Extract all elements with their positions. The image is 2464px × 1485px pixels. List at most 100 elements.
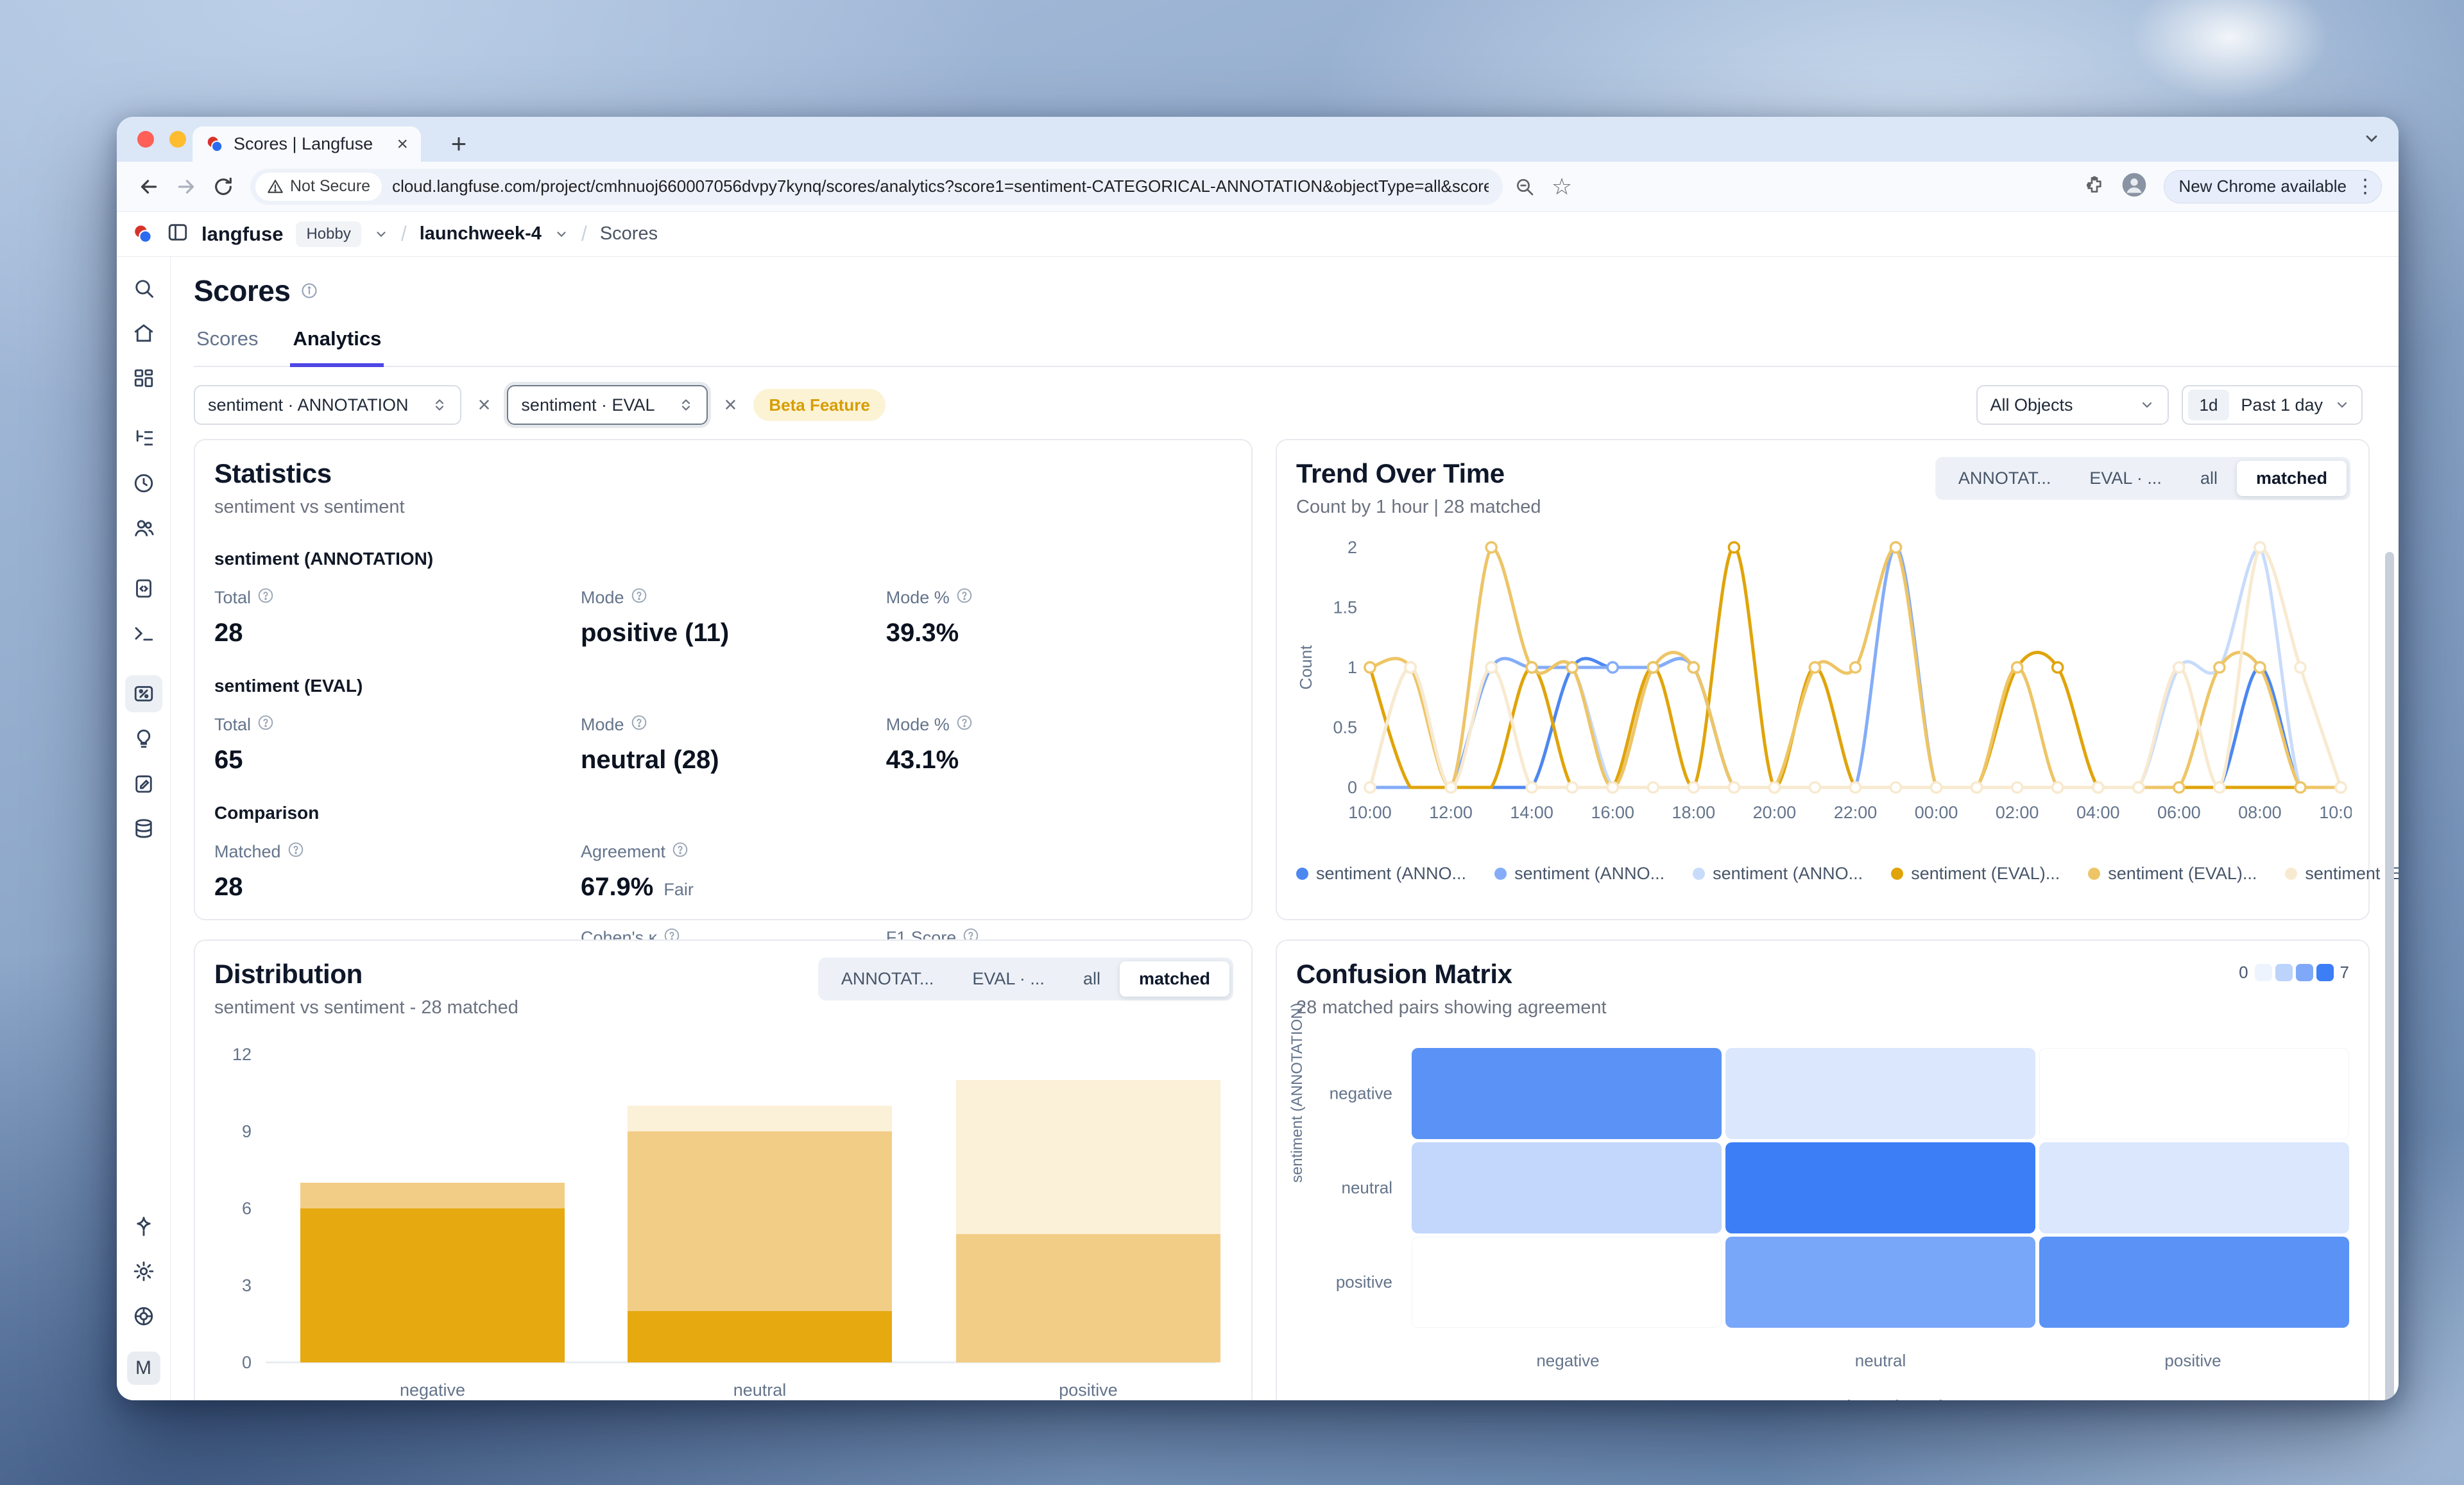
tab-scores[interactable]: Scores — [194, 327, 261, 366]
help-icon[interactable] — [257, 714, 274, 735]
help-icon[interactable] — [257, 587, 274, 608]
page-title: Scores — [194, 273, 290, 308]
legend-dot — [1296, 868, 1308, 880]
sidebar-item-ask-ai[interactable] — [125, 1208, 162, 1245]
help-icon[interactable] — [631, 587, 647, 608]
confusion-cell-neutral-positive — [2039, 1142, 2349, 1233]
score2-select[interactable]: sentiment · EVAL — [507, 385, 707, 425]
not-secure-badge[interactable]: Not Secure — [255, 173, 382, 201]
legend-item: sentiment (ANNO... — [1494, 864, 1664, 884]
sidebar-item-sessions[interactable] — [125, 465, 162, 502]
address-bar[interactable]: Not Secure cloud.langfuse.com/project/cm… — [250, 169, 1503, 205]
confusion-row-label: negative — [1286, 1084, 1401, 1104]
browser-window: Scores | Langfuse × + Not Secure cloud.l… — [117, 117, 2399, 1400]
metric-label: Matched — [214, 842, 281, 862]
scale-max: 7 — [2340, 963, 2349, 983]
metric-value: 28 — [214, 619, 581, 648]
plan-badge: Hobby — [296, 221, 361, 247]
breadcrumb-separator: / — [581, 222, 587, 246]
svg-text:Count: Count — [1296, 645, 1315, 690]
toggle-option-matched[interactable]: matched — [2237, 461, 2347, 496]
help-icon[interactable] — [956, 714, 973, 735]
toggle-option-all[interactable]: all — [2181, 461, 2237, 496]
extensions-puzzle-icon[interactable] — [2084, 175, 2105, 198]
sidebar-item-dashboards[interactable] — [125, 359, 162, 397]
distribution-chart: 036912negativeneutralpositive — [214, 1042, 1235, 1400]
toggle-option-all[interactable]: all — [1064, 961, 1120, 997]
scores-icon — [132, 682, 155, 705]
breadcrumb-org[interactable]: langfuse — [201, 223, 283, 246]
tab-analytics[interactable]: Analytics — [290, 327, 384, 367]
confusion-xlabel: sentiment (EVAL) — [1412, 1396, 2349, 1400]
org-chevron-icon[interactable] — [374, 227, 388, 241]
sidebar-item-users[interactable] — [125, 510, 162, 547]
ask-ai-icon — [132, 1215, 155, 1238]
remove-score1-button[interactable]: × — [474, 393, 495, 418]
project-chevron-icon[interactable] — [554, 227, 569, 241]
sidebar-item-evaluation[interactable] — [125, 720, 162, 757]
toggle-option-eval[interactable]: EVAL · ... — [953, 961, 1064, 997]
sidebar-item-playground[interactable] — [125, 615, 162, 652]
svg-text:9: 9 — [242, 1122, 252, 1141]
updown-chevron-icon — [432, 397, 447, 413]
forward-button[interactable] — [171, 171, 201, 202]
close-window-button[interactable] — [137, 131, 154, 148]
sidebar-item-tracing[interactable] — [125, 420, 162, 457]
svg-text:12:00: 12:00 — [1429, 803, 1473, 822]
metric-value: neutral (28) — [581, 746, 886, 775]
page-scrollbar[interactable] — [2385, 552, 2394, 1400]
minimize-window-button[interactable] — [169, 131, 186, 148]
sidebar-item-settings[interactable] — [125, 1253, 162, 1290]
svg-text:0: 0 — [1348, 778, 1357, 797]
toggle-option-eval[interactable]: EVAL · ... — [2070, 461, 2181, 496]
chrome-update-pill[interactable]: New Chrome available ⋮ — [2164, 170, 2382, 203]
back-button[interactable] — [133, 171, 164, 202]
sidebar-item-annotation[interactable] — [125, 765, 162, 802]
bookmark-star-icon[interactable]: ☆ — [1546, 171, 1577, 202]
date-range-select[interactable]: 1d Past 1 day — [2182, 385, 2363, 425]
sidebar-toggle-icon[interactable] — [167, 221, 189, 246]
help-icon[interactable] — [956, 587, 973, 608]
metric-value: 65 — [214, 746, 581, 775]
settings-icon — [132, 1260, 155, 1283]
legend-dot — [1494, 868, 1507, 880]
user-avatar[interactable]: M — [127, 1352, 160, 1385]
profile-avatar[interactable] — [2121, 172, 2147, 201]
svg-text:1.5: 1.5 — [1333, 598, 1357, 617]
sidebar-item-search[interactable] — [125, 270, 162, 307]
object-type-select[interactable]: All Objects — [1976, 385, 2169, 425]
tab-close-icon[interactable]: × — [397, 133, 408, 155]
svg-text:12: 12 — [232, 1045, 252, 1064]
toggle-option-annotat[interactable]: ANNOTAT... — [822, 961, 954, 997]
svg-text:00:00: 00:00 — [1915, 803, 1958, 822]
sidebar-item-support[interactable] — [125, 1298, 162, 1335]
score1-select[interactable]: sentiment · ANNOTATION — [194, 385, 461, 425]
url-text: cloud.langfuse.com/project/cmhnuoj660007… — [392, 176, 1489, 196]
browser-tab[interactable]: Scores | Langfuse × — [193, 126, 421, 162]
home-icon — [132, 322, 155, 345]
breadcrumb-project[interactable]: launchweek-4 — [420, 223, 542, 245]
toggle-option-matched[interactable]: matched — [1120, 961, 1229, 997]
metric-value: positive (11) — [581, 619, 886, 648]
metric-value: 39.3% — [886, 619, 1232, 648]
dashboards-icon — [132, 366, 155, 390]
svg-text:04:00: 04:00 — [2076, 803, 2120, 822]
remove-score2-button[interactable]: × — [721, 393, 741, 418]
chevron-down-icon — [2334, 397, 2350, 413]
help-icon[interactable] — [631, 714, 647, 735]
reload-button[interactable] — [208, 171, 239, 202]
tab-search-chevron-icon[interactable] — [2363, 130, 2381, 151]
sidebar-item-home[interactable] — [125, 314, 162, 352]
help-icon[interactable] — [672, 841, 689, 863]
info-icon[interactable] — [300, 282, 318, 300]
svg-text:2: 2 — [1348, 538, 1357, 557]
zoom-glass-icon[interactable] — [1509, 171, 1540, 202]
help-icon[interactable] — [287, 841, 304, 863]
sidebar-item-scores[interactable] — [125, 675, 162, 712]
new-tab-button[interactable]: + — [441, 126, 477, 162]
toggle-option-annotat[interactable]: ANNOTAT... — [1939, 461, 2071, 496]
browser-menu-icon[interactable]: ⋮ — [2356, 175, 2375, 198]
sidebar-item-datasets[interactable] — [125, 810, 162, 847]
sidebar-item-prompts[interactable] — [125, 570, 162, 607]
datasets-icon — [132, 817, 155, 840]
